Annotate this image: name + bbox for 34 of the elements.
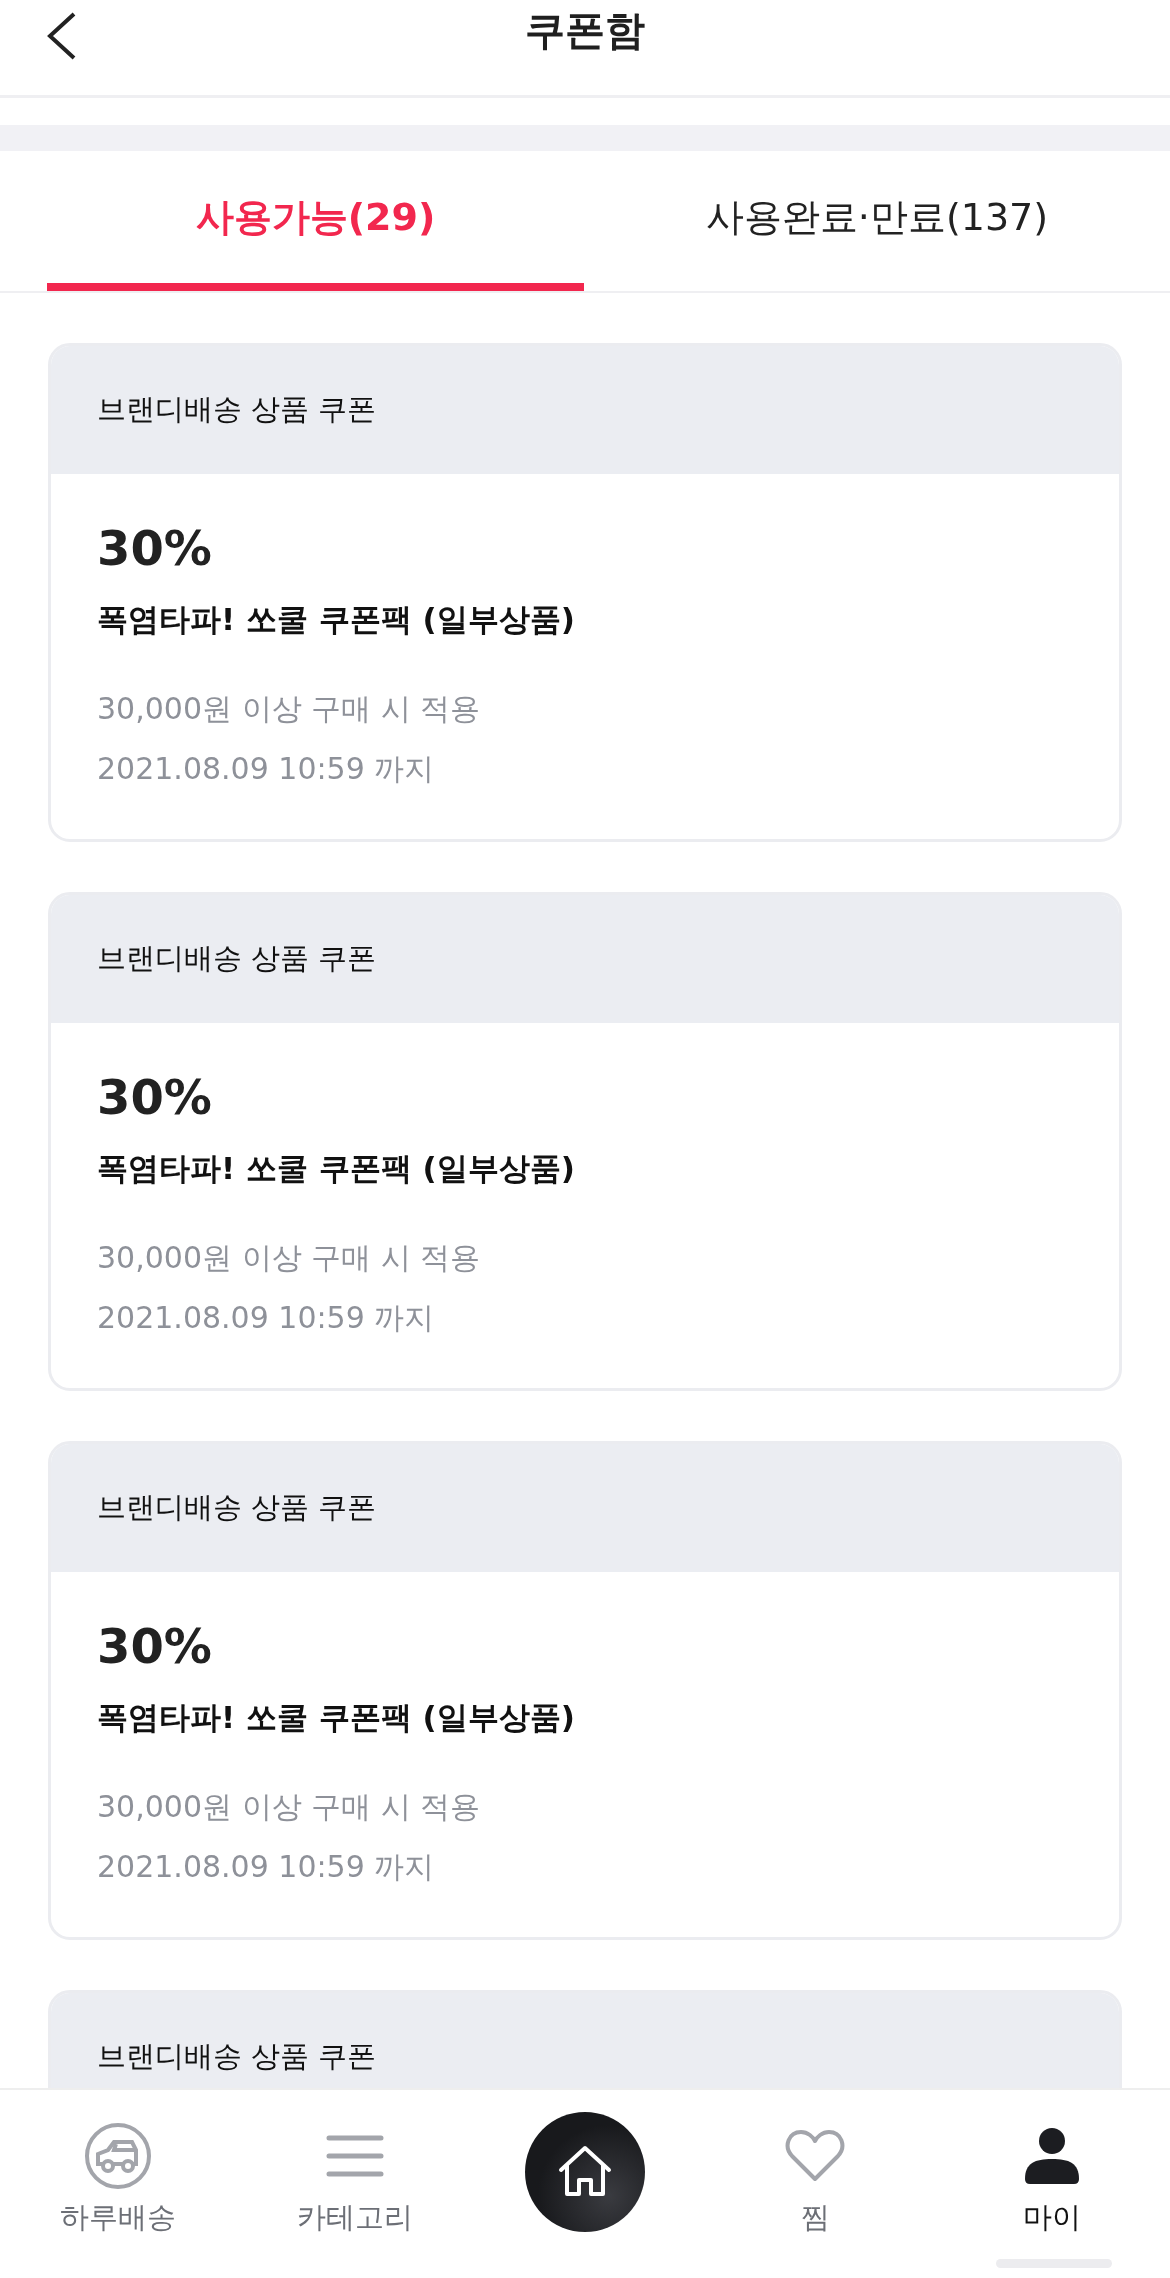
- nav-label: 하루배송: [60, 2199, 177, 2236]
- expiry-date: 2021.08.09 10:59 까지: [97, 1848, 436, 1886]
- nav-tab[interactable]: 찜: [697, 2090, 934, 2278]
- coupon-category: 브랜디배송 상품 쿠폰: [97, 940, 377, 977]
- nav-label: 찜: [800, 2199, 830, 2236]
- nav-tab[interactable]: 카테고리: [236, 2090, 473, 2278]
- discount-rate: 30%: [97, 519, 213, 578]
- expiry-date: 2021.08.09 10:59 까지: [97, 1299, 436, 1337]
- coupon-category: 브랜디배송 상품 쿠폰: [97, 1489, 377, 1526]
- coupon-card[interactable]: 브랜디배송 상품 쿠폰 30% 폭염타파! 쏘쿨 쿠폰팩 (일부상품) 30,000원 이상 구매 시 적용 2021.08.09 10:59 까지: [48, 343, 1122, 842]
- nav-label: 마이: [1022, 2199, 1081, 2236]
- person-icon: [1022, 2127, 1081, 2185]
- discount-rate: 30%: [97, 1068, 213, 1127]
- nav-tab[interactable]: 하루배송: [0, 2090, 237, 2278]
- expiry-date: 2021.08.09 10:59 까지: [97, 750, 436, 788]
- discount-rate: 30%: [97, 1617, 213, 1676]
- coupon-name: 폭염타파! 쏘쿨 쿠폰팩 (일부상품): [97, 1149, 576, 1188]
- tab[interactable]: 사용완료·만료(137): [584, 151, 1170, 291]
- coupon-condition: 30,000원 이상 구매 시 적용: [97, 690, 482, 728]
- coupon-category: 브랜디배송 상품 쿠폰: [97, 391, 377, 428]
- coupon-card[interactable]: 브랜디배송 상품 쿠폰 30% 폭염타파! 쏘쿨 쿠폰팩 (일부상품) 30,000원 이상 구매 시 적용 2021.08.09 10:59 까지: [48, 892, 1122, 1391]
- coupon-category: 브랜디배송 상품 쿠폰: [97, 2038, 377, 2075]
- car-icon: [84, 2122, 153, 2190]
- coupon-condition: 30,000원 이상 구매 시 적용: [97, 1239, 482, 1277]
- coupon-condition: 30,000원 이상 구매 시 적용: [97, 1788, 482, 1826]
- tab[interactable]: 사용가능(29): [47, 151, 584, 291]
- coupon-name: 폭염타파! 쏘쿨 쿠폰팩 (일부상품): [97, 1698, 576, 1737]
- coupon-card[interactable]: 브랜디배송 상품 쿠폰 30% 폭염타파! 쏘쿨 쿠폰팩 (일부상품) 30,000원 이상 구매 시 적용 2021.08.09 10:59 까지: [48, 1441, 1122, 1940]
- page-title: 쿠폰함: [525, 6, 645, 55]
- coupon-name: 폭염타파! 쏘쿨 쿠폰팩 (일부상품): [97, 600, 576, 639]
- coupon-card[interactable]: 브랜디배송 상품 쿠폰: [48, 1990, 1122, 2088]
- heart-icon: [785, 2129, 846, 2183]
- nav-tab[interactable]: 마이: [933, 2090, 1170, 2278]
- nav-label: 카테고리: [296, 2199, 413, 2236]
